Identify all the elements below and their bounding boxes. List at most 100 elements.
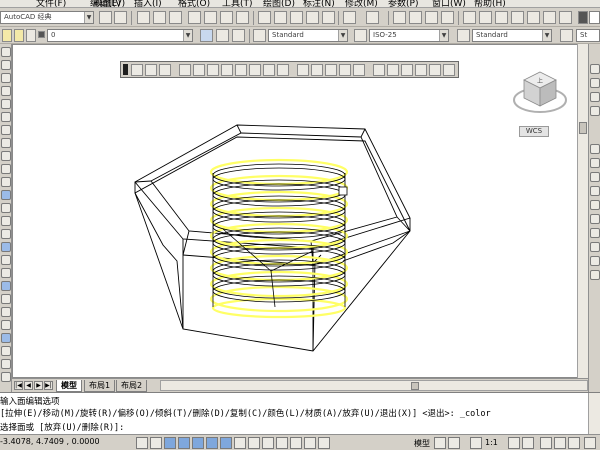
trim-icon[interactable] <box>590 106 600 116</box>
ellipse-arc-icon[interactable] <box>1 177 11 187</box>
blend-icon[interactable] <box>590 228 600 238</box>
delete-faces-icon[interactable] <box>221 64 233 76</box>
taper-faces-icon[interactable] <box>249 64 261 76</box>
first-tab-icon[interactable]: |◀ <box>14 381 23 390</box>
tab-layout2[interactable]: 布局2 <box>116 380 148 392</box>
tool-palettes-icon[interactable] <box>495 11 508 24</box>
insert-block-icon[interactable] <box>1 190 11 200</box>
mirror-icon[interactable] <box>1 333 11 343</box>
gradient-icon[interactable] <box>1 242 11 252</box>
polygon-icon[interactable] <box>1 86 11 96</box>
region-icon[interactable] <box>1 255 11 265</box>
explode-icon[interactable] <box>590 214 600 224</box>
quick-properties-icon[interactable] <box>304 437 316 449</box>
layer-combo[interactable]: 0 ▼ <box>47 29 193 42</box>
hardware-acceleration-icon[interactable] <box>568 437 580 449</box>
add-selected-icon[interactable] <box>1 294 11 304</box>
menu-insert[interactable]: 插入(I) <box>134 0 162 7</box>
copy-icon[interactable] <box>274 11 287 24</box>
arc-icon[interactable] <box>1 112 11 122</box>
rotate-icon[interactable] <box>590 64 600 74</box>
dynamic-ucs-icon[interactable] <box>248 437 260 449</box>
hatch-icon[interactable] <box>1 229 11 239</box>
model-space-label[interactable]: 模型 <box>414 438 430 449</box>
spline-icon[interactable] <box>1 151 11 161</box>
offset-icon[interactable] <box>1 346 11 356</box>
open-file-icon[interactable] <box>153 11 166 24</box>
polyline-icon[interactable] <box>1 73 11 83</box>
workspace-switching-icon[interactable] <box>540 437 552 449</box>
wcs-menu[interactable]: WCS <box>519 126 549 137</box>
circle-icon[interactable] <box>1 125 11 135</box>
color-edges-icon[interactable] <box>311 64 323 76</box>
sheet-set-icon[interactable] <box>511 11 524 24</box>
coordinate-readout[interactable]: -3.4078, 4.7409 , 0.0000 <box>0 437 100 446</box>
publish-icon[interactable] <box>220 11 233 24</box>
print-icon[interactable] <box>188 11 201 24</box>
rotate-faces-icon[interactable] <box>235 64 247 76</box>
undo-icon[interactable] <box>343 11 356 24</box>
color-combo[interactable] <box>589 11 600 24</box>
imprint-icon[interactable] <box>325 64 337 76</box>
dimension-style-icon[interactable] <box>354 29 367 42</box>
infer-constraints-icon[interactable] <box>136 437 148 449</box>
help-icon[interactable] <box>559 11 572 24</box>
snap-mode-icon[interactable] <box>150 437 162 449</box>
object-snap-icon[interactable] <box>206 437 218 449</box>
cut-icon[interactable] <box>258 11 271 24</box>
scroll-thumb[interactable] <box>411 382 419 390</box>
menu-format[interactable]: 格式(O) <box>178 0 210 7</box>
auto-scale-icon[interactable] <box>522 437 534 449</box>
shell-icon[interactable] <box>373 64 385 76</box>
paste-icon[interactable] <box>290 11 303 24</box>
3d-print-icon[interactable] <box>236 11 249 24</box>
block-editor-icon[interactable] <box>322 11 335 24</box>
horizontal-scrollbar[interactable] <box>160 380 588 391</box>
prev-tab-icon[interactable]: ◀ <box>24 381 33 390</box>
menu-parametric[interactable]: 参数(P) <box>388 0 418 7</box>
scale-icon[interactable] <box>590 78 600 88</box>
command-prompt[interactable]: 选择面或 [放弃(U)/删除(R)]: <box>0 421 588 433</box>
pan-hand-icon[interactable] <box>393 11 406 24</box>
zoom-realtime-icon[interactable] <box>409 11 422 24</box>
menu-modify[interactable]: 修改(M) <box>345 0 378 7</box>
table-style-icon[interactable] <box>457 29 470 42</box>
offset-faces-icon[interactable] <box>207 64 219 76</box>
polar-tracking-icon[interactable] <box>192 437 204 449</box>
drawing-canvas[interactable] <box>12 44 578 378</box>
transparency-icon[interactable] <box>290 437 302 449</box>
intersect-icon[interactable] <box>590 270 600 280</box>
layer-previous-icon[interactable] <box>216 29 229 42</box>
offset-edge-icon[interactable] <box>443 64 455 76</box>
fillet-icon[interactable] <box>590 200 600 210</box>
print-preview-icon[interactable] <box>204 11 217 24</box>
copy-edges-icon[interactable] <box>297 64 309 76</box>
text-style-icon[interactable] <box>253 29 266 42</box>
lock-ui-icon[interactable] <box>554 437 566 449</box>
match-properties-icon[interactable] <box>306 11 319 24</box>
copy-object-icon[interactable] <box>1 320 11 330</box>
scroll-thumb[interactable] <box>579 122 587 134</box>
text-style-combo[interactable]: Standard ▼ <box>268 29 348 42</box>
make-current-layer-icon[interactable] <box>200 29 213 42</box>
line-icon[interactable] <box>1 47 11 57</box>
multileader-style-icon[interactable] <box>560 29 573 42</box>
command-scrollbar[interactable] <box>588 393 600 435</box>
properties-icon[interactable] <box>463 11 476 24</box>
customize-icon[interactable] <box>114 11 127 24</box>
union-solid-icon[interactable] <box>131 64 143 76</box>
lineweight-icon[interactable] <box>276 437 288 449</box>
break-icon[interactable] <box>590 158 600 168</box>
chamfer-icon[interactable] <box>590 186 600 196</box>
multileader-style-combo[interactable]: St <box>576 29 600 42</box>
clean-screen-icon[interactable] <box>584 437 596 449</box>
rectangle-icon[interactable] <box>1 99 11 109</box>
table-style-combo[interactable]: Standard ▼ <box>472 29 552 42</box>
ortho-mode-icon[interactable] <box>178 437 190 449</box>
menu-dimension[interactable]: 标注(N) <box>303 0 335 7</box>
dimension-style-combo[interactable]: ISO-25 ▼ <box>369 29 449 42</box>
subtract-icon[interactable] <box>590 256 600 266</box>
workspace-settings-icon[interactable] <box>99 11 112 24</box>
make-block-icon[interactable] <box>1 203 11 213</box>
annotation-scale-icon[interactable] <box>470 437 482 449</box>
